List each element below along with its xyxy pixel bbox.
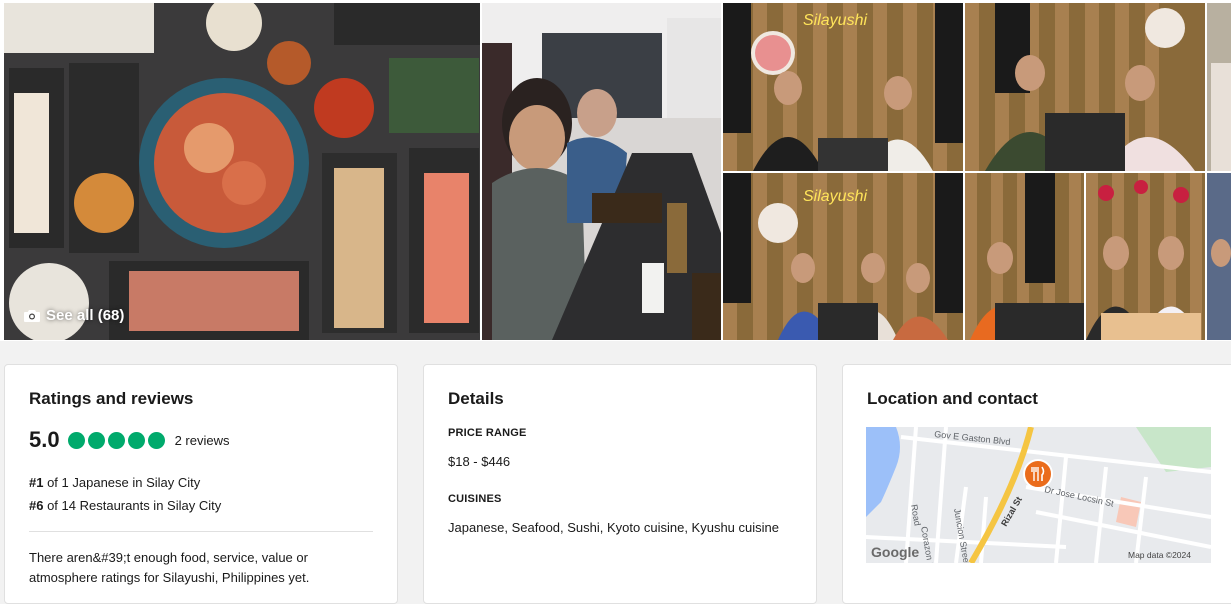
see-all-label: See all (68) — [46, 307, 125, 324]
rating-bubble-icon — [67, 431, 85, 449]
rank-restaurants-text: of 14 Restaurants in Silay City — [43, 498, 222, 513]
ratings-card: Ratings and reviews 5.0 2 reviews #1 of … — [4, 364, 398, 604]
location-card: Location and contact Gov E Gaston Blvd R… — [842, 364, 1231, 604]
neon-sign: Silayushi — [803, 12, 867, 29]
rank-japanese[interactable]: #1 of 1 Japanese in Silay City — [29, 475, 373, 490]
cuisines-label: CUISINES — [448, 493, 502, 505]
cuisines-value: Japanese, Seafood, Sushi, Kyoto cuisine,… — [448, 520, 779, 535]
rank-restaurants-number: #6 — [29, 498, 44, 513]
rating-bubble-icon — [87, 431, 105, 449]
map[interactable]: Gov E Gaston Blvd Rizal St Dr Jose Locsi… — [866, 427, 1211, 563]
rating-summary: 5.0 2 reviews — [29, 427, 373, 453]
details-card: Details PRICE RANGE $18 - $446 CUISINES … — [423, 364, 817, 604]
divider — [29, 531, 373, 532]
photo-partial-2[interactable] — [1207, 173, 1231, 340]
rank-japanese-number: #1 — [29, 475, 44, 490]
photo-gallery: See all (68) Silayushi Silayushi — [0, 0, 1231, 341]
location-title: Location and contact — [867, 389, 1038, 408]
reviews-count-link[interactable]: 2 reviews — [175, 433, 230, 448]
rating-bubble-icon — [147, 431, 165, 449]
photo-diners-5[interactable] — [965, 173, 1084, 340]
rank-restaurants[interactable]: #6 of 14 Restaurants in Silay City — [29, 498, 373, 513]
photo-diners-6[interactable] — [1086, 173, 1205, 340]
see-all-photos-button[interactable]: See all (68) — [24, 307, 124, 324]
restaurant-pin-icon[interactable] — [1023, 459, 1053, 489]
photo-diners-1[interactable] — [482, 3, 721, 340]
photo-diners-3[interactable] — [965, 3, 1205, 171]
details-title: Details — [448, 389, 504, 408]
rating-bubbles — [67, 431, 165, 449]
neon-sign: Silayushi — [803, 188, 867, 205]
rating-score: 5.0 — [29, 427, 60, 452]
ratings-note: There aren&#39;t enough food, service, v… — [29, 550, 310, 585]
price-range-label: PRICE RANGE — [448, 427, 527, 439]
rating-bubble-icon — [107, 431, 125, 449]
ratings-title: Ratings and reviews — [29, 389, 194, 408]
map-attribution: Map data ©2024 — [1128, 550, 1191, 560]
photo-partial-1[interactable] — [1207, 3, 1231, 171]
rating-bubble-icon — [127, 431, 145, 449]
main-photo[interactable]: See all (68) — [4, 3, 480, 340]
photo-diners-4[interactable]: Silayushi — [723, 173, 963, 340]
photo-diners-2[interactable]: Silayushi — [723, 3, 963, 171]
camera-icon — [24, 310, 40, 322]
rank-japanese-text: of 1 Japanese in Silay City — [43, 475, 201, 490]
price-range-value: $18 - $446 — [448, 454, 511, 469]
google-logo: Google — [871, 544, 919, 560]
